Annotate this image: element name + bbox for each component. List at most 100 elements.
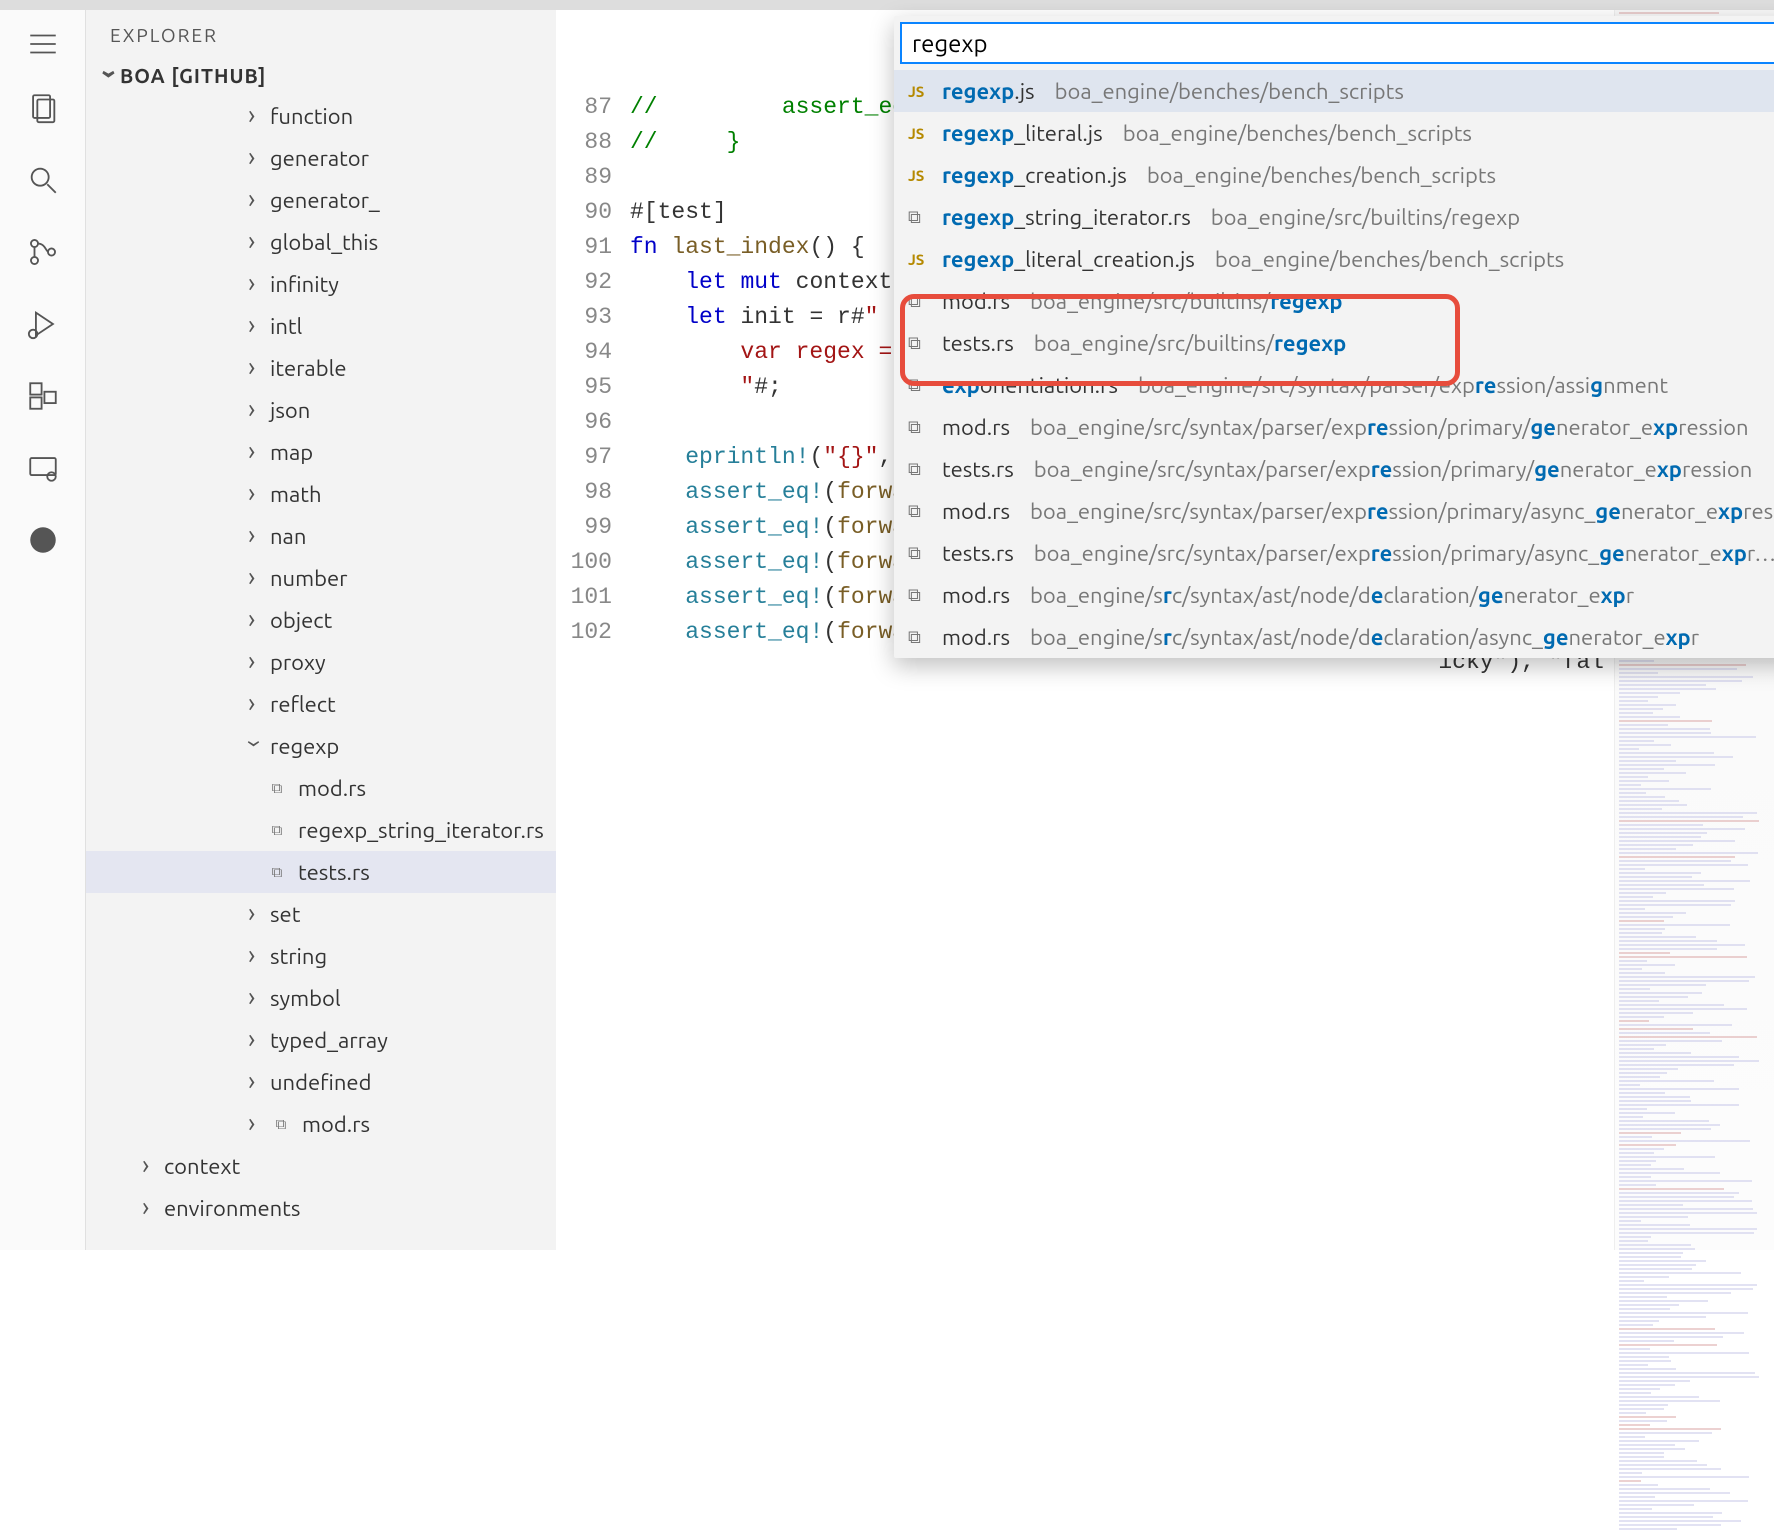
tree-folder[interactable]: set [86, 893, 556, 935]
tree-label: number [270, 566, 347, 591]
github-icon[interactable] [23, 520, 63, 560]
rust-file-icon: ⧉ [908, 333, 930, 354]
tree-folder[interactable]: global_this [86, 221, 556, 263]
tree-folder[interactable]: reflect [86, 683, 556, 725]
chevron-icon [248, 446, 260, 458]
quickopen-filepath: boa_engine/src/syntax/ast/node/declarati… [1030, 625, 1699, 650]
editor: ◫ ⋯ ↓ ≡ ✕ bal"), "tru noreCase"), ltilin… [556, 10, 1774, 1250]
remote-icon[interactable] [23, 448, 63, 488]
search-icon[interactable] [23, 160, 63, 200]
menu-icon[interactable] [23, 24, 63, 64]
tree-label: reflect [270, 692, 336, 717]
tree-folder[interactable]: undefined [86, 1061, 556, 1103]
tree-label: mod.rs [298, 776, 366, 801]
tree-label: regexp [270, 734, 339, 759]
quickopen-filename: mod.rs [942, 583, 1010, 608]
rust-file-icon: ⧉ [908, 375, 930, 396]
quickopen-row[interactable]: ⧉ mod.rs boa_engine/src/syntax/ast/node/de… [894, 616, 1774, 658]
chevron-icon [248, 278, 260, 290]
rust-file-icon [266, 777, 288, 799]
quickopen-row[interactable]: ⧉ mod.rs boa_engine/src/syntax/parser/expr… [894, 406, 1774, 448]
chevron-icon [248, 740, 260, 752]
tree-file[interactable]: mod.rs [86, 767, 556, 809]
tree-folder[interactable]: generator_ [86, 179, 556, 221]
quickopen-filepath: boa_engine/src/syntax/parser/expression/… [1138, 373, 1668, 398]
quickopen-input[interactable] [912, 30, 1774, 57]
rust-file-icon: ⧉ [908, 627, 930, 648]
js-file-icon: JS [908, 251, 930, 268]
tree-label: symbol [270, 986, 341, 1011]
tree-folder[interactable]: symbol [86, 977, 556, 1019]
quickopen-row[interactable]: ⧉mod.rsboa_engine/src/builtins/regexp [894, 280, 1774, 322]
tree-label: typed_array [270, 1028, 388, 1053]
quickopen-filename: mod.rs [942, 415, 1010, 440]
tree-label: iterable [270, 356, 347, 381]
chevron-icon [248, 320, 260, 332]
tree-file[interactable]: tests.rs [86, 851, 556, 893]
tree-folder[interactable]: generator [86, 137, 556, 179]
tree-file[interactable]: mod.rs [86, 1103, 556, 1145]
debug-icon[interactable] [23, 304, 63, 344]
tree-folder[interactable]: object [86, 599, 556, 641]
tree-folder[interactable]: nan [86, 515, 556, 557]
quickopen-row[interactable]: JSregexp_creation.jsboa_engine/benches/b… [894, 154, 1774, 196]
rust-file-icon: ⧉ [908, 501, 930, 522]
quickopen-filepath: boa_engine/src/syntax/parser/expression/… [1030, 415, 1748, 440]
tree-folder[interactable]: json [86, 389, 556, 431]
quickopen-filepath: boa_engine/src/syntax/parser/expression/… [1034, 457, 1752, 482]
source-control-icon[interactable] [23, 232, 63, 272]
tree-folder[interactable]: environments [86, 1187, 556, 1229]
quickopen-row[interactable]: ⧉regexp_string_iterator.rsboa_engine/src… [894, 196, 1774, 238]
rust-file-icon: ⧉ [908, 207, 930, 228]
chevron-icon [248, 656, 260, 668]
tree-folder[interactable]: proxy [86, 641, 556, 683]
chevron-icon [248, 152, 260, 164]
explorer-icon[interactable] [23, 88, 63, 128]
quickopen-filepath: boa_engine/benches/bench_scripts [1147, 163, 1496, 188]
rust-file-icon [266, 861, 288, 883]
quickopen-filename: mod.rs [942, 625, 1010, 650]
tree-file[interactable]: regexp_string_iterator.rs [86, 809, 556, 851]
tree-label: nan [270, 524, 306, 549]
quickopen-row[interactable]: ⧉tests.rsboa_engine/src/builtins/regexp◫ [894, 322, 1774, 364]
chevron-icon [248, 194, 260, 206]
tree-label: string [270, 944, 327, 969]
tree-folder[interactable]: map [86, 431, 556, 473]
tree-folder[interactable]: function [86, 95, 556, 137]
tree-folder[interactable]: infinity [86, 263, 556, 305]
tree-label: global_this [270, 230, 378, 255]
extensions-icon[interactable] [23, 376, 63, 416]
quickopen-row[interactable]: ⧉tests.rsboa_engine/src/syntax/parser/ex… [894, 532, 1774, 574]
chevron-icon [248, 530, 260, 542]
chevron-icon [142, 1160, 154, 1172]
quickopen-row[interactable]: JSregexp.jsboa_engine/benches/bench_scri… [894, 70, 1774, 112]
quickopen-filename: tests.rs [942, 457, 1014, 482]
quickopen-row[interactable]: JSregexp_literal_creation.jsboa_engine/b… [894, 238, 1774, 280]
quickopen-filepath: boa_engine/src/builtins/regexp [1034, 331, 1347, 356]
sidebar-section-header[interactable]: BOA [GITHUB] [86, 56, 556, 95]
tree-label: math [270, 482, 322, 507]
quickopen-row[interactable]: ⧉tests.rsboa_engine/src/syntax/parser/ex… [894, 448, 1774, 490]
rust-file-icon: ⧉ [908, 417, 930, 438]
tree-folder[interactable]: iterable [86, 347, 556, 389]
quickopen-filename: regexp_literal_creation.js [942, 247, 1195, 272]
rust-file-icon [270, 1113, 292, 1135]
rust-file-icon: ⧉ [908, 585, 930, 606]
quickopen-filepath: boa_engine/src/syntax/parser/expression/… [1034, 541, 1774, 566]
quickopen-row[interactable]: ⧉mod.rsboa_engine/src/syntax/ast/node/de… [894, 574, 1774, 616]
quickopen-filepath: boa_engine/benches/bench_scripts [1123, 121, 1472, 146]
tree-label: undefined [270, 1070, 371, 1095]
quickopen-row[interactable]: JSregexp_literal.jsboa_engine/benches/be… [894, 112, 1774, 154]
tree-folder[interactable]: typed_array [86, 1019, 556, 1061]
tree-folder[interactable]: math [86, 473, 556, 515]
tree-folder[interactable]: regexp [86, 725, 556, 767]
chevron-icon [142, 1202, 154, 1214]
tree-folder[interactable]: string [86, 935, 556, 977]
quickopen-row[interactable]: ⧉mod.rsboa_engine/src/syntax/parser/expr… [894, 490, 1774, 532]
quickopen-row[interactable]: ⧉exponentiation.rsboa_engine/src/syntax/… [894, 364, 1774, 406]
tree-folder[interactable]: intl [86, 305, 556, 347]
chevron-icon [248, 950, 260, 962]
tree-folder[interactable]: context [86, 1145, 556, 1187]
quickopen-filename: tests.rs [942, 331, 1014, 356]
tree-folder[interactable]: number [86, 557, 556, 599]
